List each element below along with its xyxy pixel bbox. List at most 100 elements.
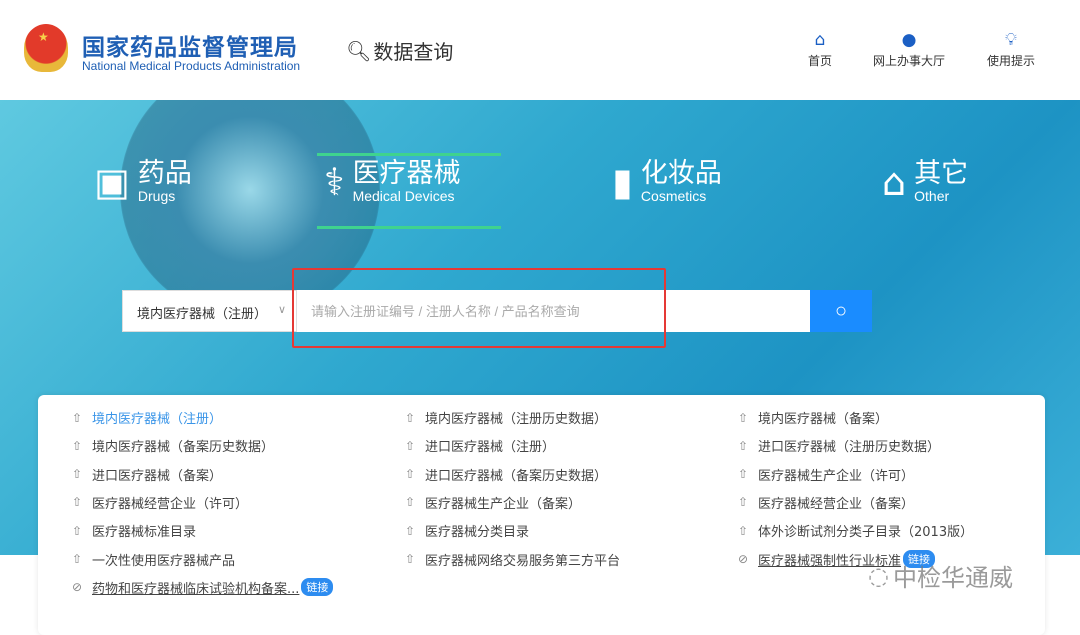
category-drugs[interactable]: ▣ 药品Drugs (94, 160, 192, 204)
category-label-en: Drugs (138, 188, 192, 204)
select-value: 境内医疗器械（注册） (137, 307, 267, 322)
database-select[interactable]: 境内医疗器械（注册） ∨ (122, 290, 297, 332)
upload-icon: ⇧ (72, 467, 84, 481)
item-label: 境内医疗器械（注册历史数据） (425, 408, 607, 427)
database-list-card (38, 395, 1045, 635)
database-list-item[interactable]: ⇧ 境内医疗器械（备案历史数据） (72, 436, 274, 455)
store-icon: ⌂ (882, 163, 906, 201)
item-label: 医疗器械生产企业（备案） (425, 493, 581, 512)
upload-icon: ⇧ (405, 467, 417, 481)
watermark: ◌中检华通威 (868, 558, 1013, 593)
link-icon: ⊘ (72, 580, 84, 594)
nav-label: 首页 (808, 52, 832, 69)
stethoscope-decoration (120, 100, 380, 320)
pill-bottle-icon: ▣ (94, 163, 130, 201)
bulb-icon: 💡︎ (1005, 30, 1017, 52)
upload-icon: ⇧ (72, 552, 84, 566)
nav-label: 使用提示 (987, 52, 1035, 69)
active-indicator (317, 153, 501, 156)
home-icon: ⌂ (815, 30, 826, 52)
database-list-item[interactable]: ⇧ 体外诊断试剂分类子目录（2013版） (738, 521, 973, 540)
nav-label: 网上办事大厅 (873, 52, 945, 69)
active-indicator (317, 226, 501, 229)
upload-icon: ⇧ (738, 411, 750, 425)
upload-icon: ⇧ (405, 439, 417, 453)
wechat-icon: ◌ (868, 562, 889, 590)
search-input[interactable] (297, 290, 810, 332)
database-list-item[interactable]: ⇧ 进口医疗器械（注册历史数据） (738, 436, 940, 455)
item-label: 境内医疗器械（注册） (92, 408, 222, 427)
item-label: 进口医疗器械（注册） (425, 436, 555, 455)
upload-icon: ⇧ (405, 524, 417, 538)
upload-icon: ⇧ (405, 495, 417, 509)
upload-icon: ⇧ (738, 467, 750, 481)
item-label: 一次性使用医疗器械产品 (92, 550, 235, 569)
category-label: 其它 (914, 160, 968, 188)
upload-icon: ⇧ (72, 439, 84, 453)
category-label: 医疗器械 (353, 160, 461, 188)
category-medical-devices[interactable]: ⚕ 医疗器械Medical Devices (324, 160, 461, 204)
category-label: 药品 (138, 160, 192, 188)
link-badge: 链接 (301, 578, 333, 596)
database-list-item[interactable]: ⇧ 医疗器械经营企业（许可） (72, 493, 248, 512)
site-subtitle: National Medical Products Administration (82, 59, 300, 73)
upload-icon: ⇧ (738, 495, 750, 509)
category-label-en: Cosmetics (641, 188, 722, 204)
item-label: 进口医疗器械（备案） (92, 465, 222, 484)
site-title[interactable]: 国家药品监督管理局 (82, 28, 298, 62)
item-label: 境内医疗器械（备案历史数据） (92, 436, 274, 455)
item-label: 药物和医疗器械临床试验机构备案... (92, 578, 299, 597)
national-emblem-logo: ★ (24, 24, 68, 72)
upload-icon: ⇧ (72, 411, 84, 425)
database-list-item[interactable]: ⇧ 一次性使用医疗器械产品 (72, 550, 235, 569)
item-label: 医疗器械生产企业（许可） (758, 465, 914, 484)
upload-icon: ⇧ (738, 439, 750, 453)
category-other[interactable]: ⌂ 其它Other (882, 160, 968, 204)
database-list-item[interactable]: ⇧ 医疗器械经营企业（备案） (738, 493, 914, 512)
database-list-item[interactable]: ⇧ 进口医疗器械（备案历史数据） (405, 465, 607, 484)
category-cosmetics[interactable]: ▮ 化妆品Cosmetics (612, 160, 722, 204)
item-label: 进口医疗器械（注册历史数据） (758, 436, 940, 455)
upload-icon: ⇧ (405, 411, 417, 425)
item-label: 医疗器械经营企业（许可） (92, 493, 248, 512)
document-search-icon: 🔍︎ (346, 39, 371, 63)
database-list-item[interactable]: ⇧ 医疗器械网络交易服务第三方平台 (405, 550, 620, 569)
database-list-item[interactable]: ⇧ 进口医疗器械（备案） (72, 465, 222, 484)
database-list-item[interactable]: ⇧ 进口医疗器械（注册） (405, 436, 555, 455)
item-label: 境内医疗器械（备案） (758, 408, 888, 427)
search-button[interactable]: ○ (810, 290, 872, 332)
database-list-item[interactable]: ⇧ 医疗器械分类目录 (405, 521, 529, 540)
lipstick-icon: ▮ (612, 163, 633, 201)
upload-icon: ⇧ (405, 552, 417, 566)
database-list-item[interactable]: ⇧ 境内医疗器械（注册历史数据） (405, 408, 607, 427)
database-list-item[interactable]: ⇧ 医疗器械标准目录 (72, 521, 196, 540)
upload-icon: ⇧ (72, 524, 84, 538)
nav-online-hall[interactable]: ●网上办事大厅 (873, 30, 945, 69)
user-icon: ● (902, 30, 917, 52)
section-title: 数据查询 (373, 36, 453, 65)
header: ★ 国家药品监督管理局 National Medical Products Ad… (0, 0, 1080, 100)
chevron-down-icon: ∨ (278, 303, 286, 316)
upload-icon: ⇧ (738, 524, 750, 538)
search-icon: ○ (835, 300, 847, 322)
nav-home[interactable]: ⌂首页 (808, 30, 832, 69)
stethoscope-icon: ⚕ (324, 163, 345, 201)
link-icon: ⊘ (738, 552, 750, 566)
database-list-item[interactable]: ⊘ 药物和医疗器械临床试验机构备案...链接 (72, 578, 333, 597)
database-list-item[interactable]: ⇧ 医疗器械生产企业（备案） (405, 493, 581, 512)
upload-icon: ⇧ (72, 495, 84, 509)
database-list-item[interactable]: ⇧ 医疗器械生产企业（许可） (738, 465, 914, 484)
category-label-en: Other (914, 188, 968, 204)
item-label: 医疗器械标准目录 (92, 521, 196, 540)
nav-usage-tips[interactable]: 💡︎使用提示 (987, 30, 1035, 69)
database-list-item[interactable]: ⇧ 境内医疗器械（备案） (738, 408, 888, 427)
item-label: 医疗器械分类目录 (425, 521, 529, 540)
item-label: 医疗器械经营企业（备案） (758, 493, 914, 512)
category-label-en: Medical Devices (353, 188, 461, 204)
category-label: 化妆品 (641, 160, 722, 188)
item-label: 医疗器械网络交易服务第三方平台 (425, 550, 620, 569)
item-label: 进口医疗器械（备案历史数据） (425, 465, 607, 484)
database-list-item[interactable]: ⇧ 境内医疗器械（注册） (72, 408, 222, 427)
data-query-section: 🔍︎数据查询 (346, 36, 453, 65)
item-label: 体外诊断试剂分类子目录（2013版） (758, 521, 973, 540)
